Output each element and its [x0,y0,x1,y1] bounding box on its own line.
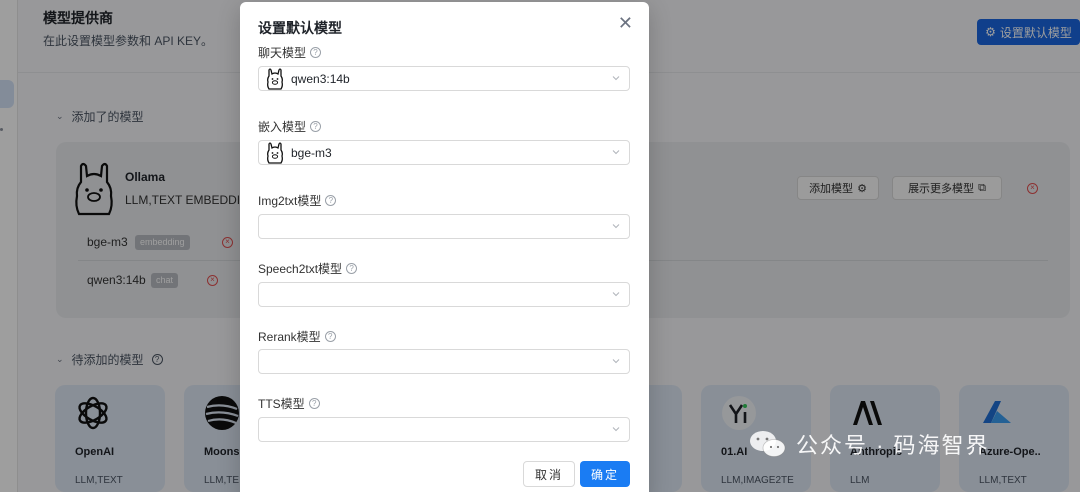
rerank-model-select[interactable] [258,349,630,374]
help-icon[interactable]: ? [310,121,322,132]
help-icon[interactable]: ? [310,47,322,58]
confirm-button[interactable]: 确定 [580,461,630,487]
field-label-text: TTS模型 [258,397,305,411]
field-label-text: Img2txt模型 [258,194,322,208]
help-icon[interactable]: ? [346,263,358,274]
dialog-title: 设置默认模型 [258,20,342,36]
watermark: 公众号 · 码海智界 [748,428,990,460]
set-default-model-dialog: 设置默认模型 ✕ 聊天模型 ? qwen3:14b 嵌入模型 ? bge-m3 … [240,2,649,492]
embedding-model-label: 嵌入模型 ? [258,118,322,135]
tts-model-select[interactable] [258,417,630,442]
help-icon[interactable]: ? [325,195,337,206]
speech2txt-model-label: Speech2txt模型 ? [258,260,358,277]
embedding-model-select[interactable]: bge-m3 [258,140,630,165]
close-icon[interactable]: ✕ [618,14,633,32]
rerank-model-label: Rerank模型 ? [258,328,336,345]
help-icon[interactable]: ? [324,331,336,342]
field-label-text: 嵌入模型 [258,120,307,134]
img2txt-model-label: Img2txt模型 ? [258,192,337,209]
tts-model-label: TTS模型 ? [258,395,320,412]
chat-model-select[interactable]: qwen3:14b [258,66,630,91]
field-label-text: Rerank模型 [258,330,321,344]
speech2txt-model-select[interactable] [258,282,630,307]
chevron-down-icon [612,150,620,155]
chevron-down-icon [612,76,620,81]
chevron-down-icon [612,292,620,297]
chevron-down-icon [612,224,620,229]
selected-value: bge-m3 [291,145,332,160]
help-icon[interactable]: ? [308,398,320,409]
field-label-text: Speech2txt模型 [258,262,343,276]
field-label-text: 聊天模型 [258,46,307,60]
ollama-llama-icon [267,67,283,90]
chevron-down-icon [612,427,620,432]
watermark-label: 公众号 · 码海智界 [796,433,990,458]
selected-value: qwen3:14b [291,71,350,86]
ollama-llama-icon [267,141,283,164]
chevron-down-icon [612,359,620,364]
cancel-button[interactable]: 取消 [523,461,575,487]
wechat-icon [750,431,786,457]
img2txt-model-select[interactable] [258,214,630,239]
chat-model-label: 聊天模型 ? [258,44,322,61]
